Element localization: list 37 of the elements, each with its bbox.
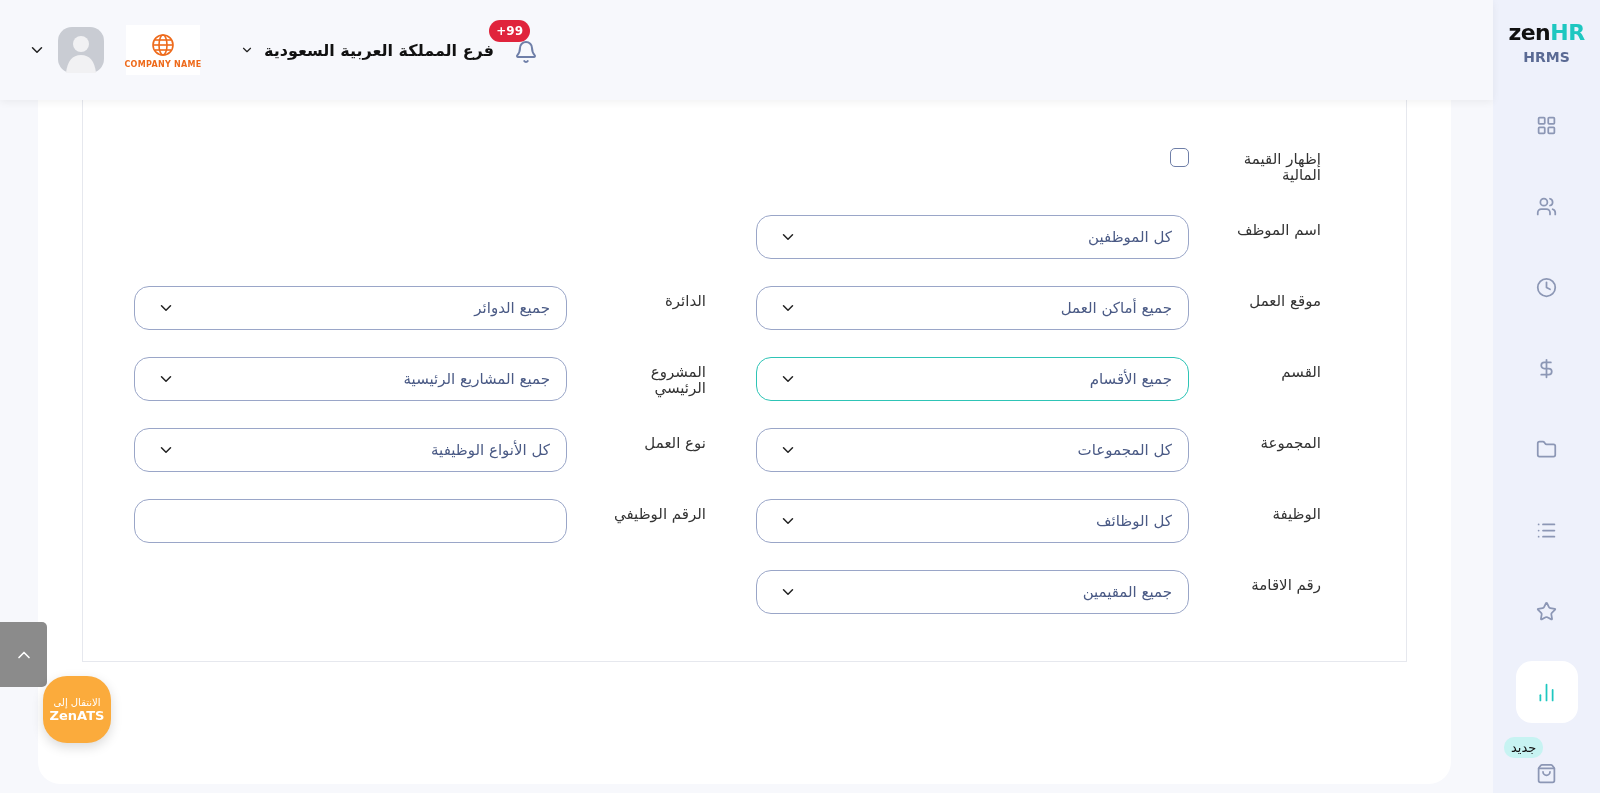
grid-icon bbox=[1536, 114, 1557, 136]
product-name: HRMS bbox=[1523, 49, 1570, 65]
brand-logo: zenHR bbox=[1508, 20, 1585, 45]
dropdown[interactable]: كل الموظفين bbox=[756, 215, 1189, 259]
star-icon bbox=[1536, 600, 1557, 622]
field-label: نوع العمل bbox=[643, 433, 706, 452]
nav-item[interactable] bbox=[1515, 661, 1578, 723]
dropdown[interactable]: جميع المقيمين bbox=[756, 570, 1189, 614]
field-label: اسم الموظف bbox=[1235, 220, 1321, 239]
dropdown[interactable]: جميع أماكن العمل bbox=[756, 286, 1189, 330]
dropdown[interactable]: جميع المشاريع الرئيسية bbox=[134, 357, 567, 401]
notification-count: +99 bbox=[489, 20, 531, 42]
field-label: الدائرة bbox=[663, 291, 706, 310]
field-label: المجموعة bbox=[1259, 433, 1321, 452]
dropdown[interactable]: كل المجموعات bbox=[756, 428, 1189, 472]
clock-icon bbox=[1536, 276, 1557, 298]
avatar[interactable] bbox=[58, 27, 104, 73]
folder-icon bbox=[1536, 438, 1557, 460]
dropdown[interactable]: كل الأنواع الوظيفية bbox=[134, 428, 567, 472]
dropdown[interactable]: كل الوظائف bbox=[756, 499, 1189, 543]
checkbox[interactable] bbox=[1170, 148, 1189, 167]
branch-name[interactable]: فرع المملكة العربية السعودية bbox=[264, 40, 495, 60]
users-icon bbox=[1536, 195, 1557, 217]
field-label: موقع العمل bbox=[1248, 291, 1321, 310]
new-badge: جديد bbox=[1504, 737, 1544, 758]
field-label: رقم الاقامة bbox=[1250, 575, 1321, 594]
dropdown[interactable]: جميع الأقسام bbox=[756, 357, 1189, 401]
field-label: الوظيفة bbox=[1271, 504, 1321, 523]
bell-icon[interactable] bbox=[514, 40, 539, 64]
field-label: القسم bbox=[1280, 362, 1321, 381]
dropdown[interactable]: جميع الدوائر bbox=[134, 286, 567, 330]
field-label: المشروع الرئيسي bbox=[649, 362, 706, 397]
field-label: إظهار القيمة المالية bbox=[1242, 149, 1321, 184]
shopping-bag-icon bbox=[1536, 762, 1557, 784]
field-label: الرقم الوظيفي bbox=[613, 504, 706, 523]
company-name: COMPANY NAME bbox=[124, 59, 202, 69]
input-field[interactable] bbox=[134, 499, 567, 543]
